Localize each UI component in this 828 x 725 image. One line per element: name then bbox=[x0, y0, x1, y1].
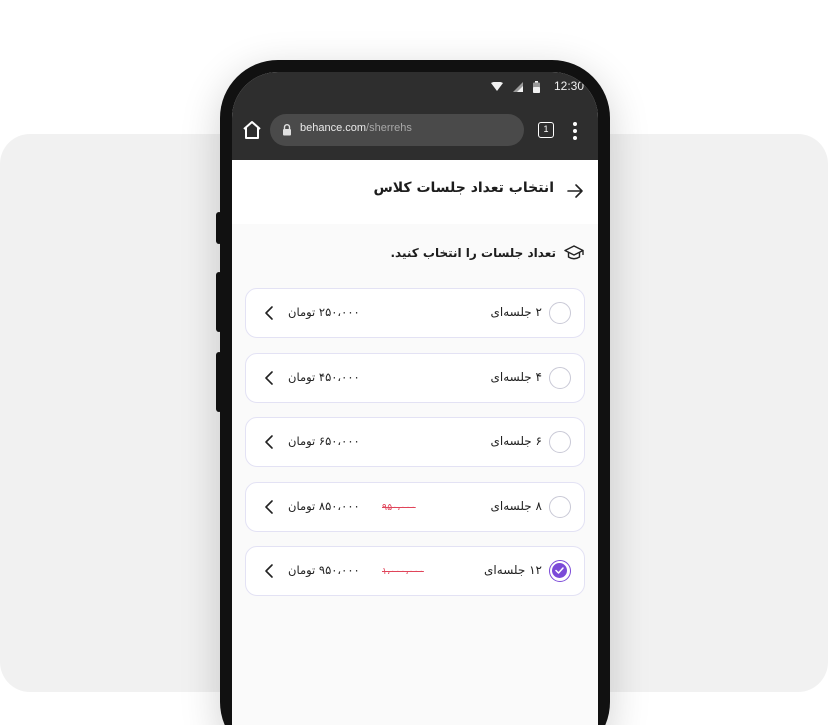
radio-button-checked[interactable] bbox=[549, 560, 571, 582]
section-heading: تعداد جلسات را انتخاب کنید. bbox=[390, 244, 584, 262]
battery-icon bbox=[533, 81, 540, 93]
status-time: 12:30 bbox=[553, 79, 584, 93]
section-title: تعداد جلسات را انتخاب کنید. bbox=[390, 246, 556, 260]
tabs-icon[interactable]: 1 bbox=[538, 122, 554, 138]
home-icon[interactable] bbox=[240, 118, 264, 142]
session-count: ۴ جلسه‌ای bbox=[490, 369, 542, 384]
session-option-selected[interactable]: ۱۲ جلسه‌ای ۱،۰۰۰،۰۰۰ ۹۵۰،۰۰۰ تومان bbox=[245, 546, 585, 596]
status-icons bbox=[491, 81, 540, 93]
session-option[interactable]: ۴ جلسه‌ای ۴۵۰،۰۰۰ تومان bbox=[245, 352, 585, 403]
graduation-cap-icon bbox=[564, 245, 584, 260]
session-option[interactable]: ۲ جلسه‌ای ۲۵۰،۰۰۰ تومان bbox=[245, 288, 585, 338]
price: ۶۵۰،۰۰۰ تومان bbox=[288, 434, 360, 448]
url-text: behance.com/sherrehs bbox=[300, 122, 412, 134]
price: ۸۵۰،۰۰۰ تومان bbox=[288, 498, 360, 513]
old-price: ۱،۰۰۰،۰۰۰ bbox=[382, 566, 424, 577]
price: ۲۵۰،۰۰۰ تومان bbox=[288, 305, 360, 319]
url-path: /sherrehs bbox=[366, 122, 412, 134]
page-title: انتخاب تعداد جلسات کلاس bbox=[373, 180, 554, 196]
session-count: ۸ جلسه‌ای bbox=[490, 498, 542, 513]
signal-icon bbox=[513, 82, 523, 92]
session-count: ۶ جلسه‌ای bbox=[490, 434, 542, 448]
session-options-list: ۲ جلسه‌ای ۲۵۰،۰۰۰ تومان ۴ جلسه‌ای ۴۵۰،۰۰… bbox=[245, 288, 585, 611]
app-header: انتخاب تعداد جلسات کلاس bbox=[232, 160, 598, 224]
phone-screen: 12:30 behance.com/sherrehs 1 انتخاب تعدا… bbox=[232, 72, 598, 725]
address-bar[interactable]: behance.com/sherrehs bbox=[270, 114, 524, 146]
radio-button[interactable] bbox=[549, 431, 571, 453]
browser-toolbar: behance.com/sherrehs 1 bbox=[232, 102, 598, 160]
more-vert-icon[interactable] bbox=[572, 121, 578, 141]
url-domain: behance.com bbox=[300, 122, 367, 134]
radio-button[interactable] bbox=[549, 366, 571, 389]
check-icon bbox=[555, 567, 564, 574]
session-option[interactable]: ۶ جلسه‌ای ۶۵۰،۰۰۰ تومان bbox=[245, 417, 585, 467]
radio-button[interactable] bbox=[549, 495, 571, 518]
price: ۹۵۰،۰۰۰ تومان bbox=[288, 563, 360, 577]
radio-button[interactable] bbox=[549, 302, 571, 324]
chevron-left-icon bbox=[265, 499, 273, 514]
status-bar: 12:30 bbox=[232, 72, 598, 102]
old-price: ۹۵۰،۰۰۰ bbox=[382, 501, 416, 513]
chevron-left-icon bbox=[265, 370, 273, 385]
arrow-right-icon[interactable] bbox=[566, 182, 584, 200]
chevron-left-icon bbox=[265, 306, 273, 320]
lock-icon bbox=[283, 124, 291, 136]
session-count: ۲ جلسه‌ای bbox=[490, 305, 542, 319]
chevron-left-icon bbox=[265, 564, 273, 578]
price: ۴۵۰،۰۰۰ تومان bbox=[288, 369, 360, 384]
chevron-left-icon bbox=[265, 435, 273, 449]
session-option[interactable]: ۸ جلسه‌ای ۹۵۰،۰۰۰ ۸۵۰،۰۰۰ تومان bbox=[245, 481, 585, 532]
session-count: ۱۲ جلسه‌ای bbox=[484, 563, 542, 577]
wifi-icon bbox=[491, 82, 503, 91]
